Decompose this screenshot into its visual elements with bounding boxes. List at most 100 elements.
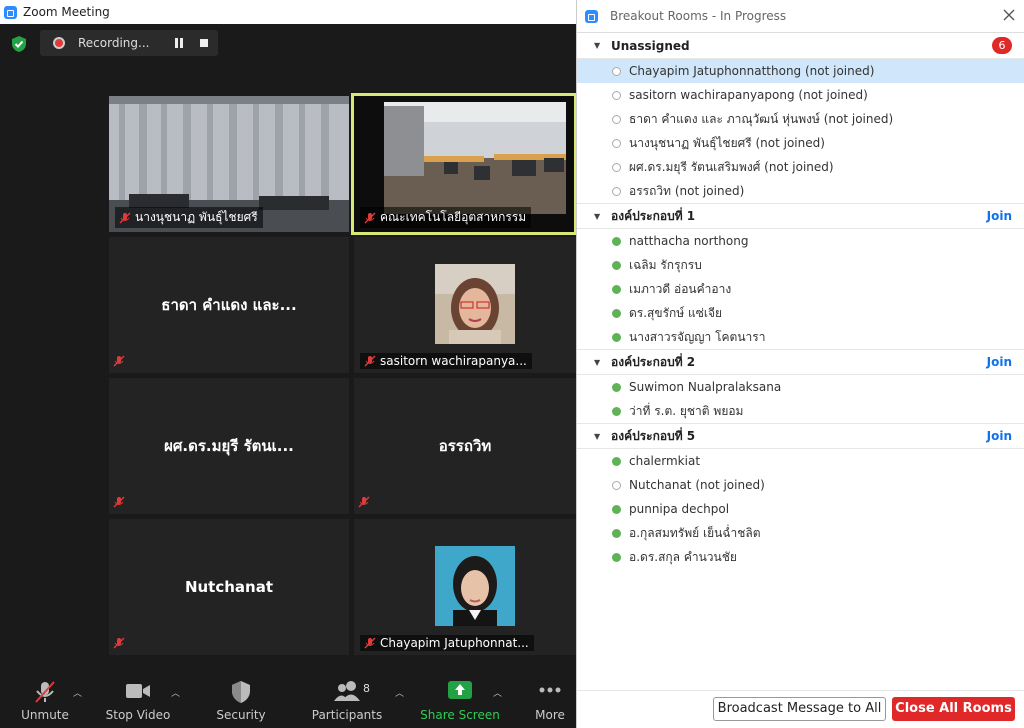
security-button[interactable]: Security [201,672,281,728]
video-feed [435,264,515,344]
breakout-room-name: องค์ประกอบที่ 1 [611,208,696,223]
close-all-rooms-button[interactable]: Close All Rooms [892,697,1015,721]
collapse-triangle-icon[interactable]: ▼ [594,358,600,367]
breakout-member-row[interactable]: ดร.สุขรักษ์ แซ่เจีย [577,301,1024,325]
unassigned-count-badge: 6 [992,37,1012,54]
joined-status-dot-icon [612,552,621,562]
breakout-room-name: Unassigned [611,38,690,53]
joined-status-dot-icon [612,382,621,392]
encryption-shield-icon[interactable] [10,35,28,53]
breakout-member-row[interactable]: นางนุชนาฏ พันธุ์ไชยศรี (not joined) [577,131,1024,155]
breakout-member-row[interactable]: เมภาวดี อ่อนคำอาง [577,277,1024,301]
breakout-member-name: ว่าที่ ร.ต. ยุชาติ พยอม [629,403,744,418]
more-dots-icon [539,687,561,693]
breakout-member-name: อ.ดร.สกุล คำนวนชัย [629,549,737,564]
unmute-button[interactable]: Unmute [5,672,85,728]
video-tile[interactable]: อรรถวิท [354,378,576,514]
security-shield-icon [232,681,250,703]
breakout-member-row[interactable]: ผศ.ดร.มยุรี รัตนเสริมพงศ์ (not joined) [577,155,1024,179]
breakout-member-name: Nutchanat (not joined) [629,478,765,492]
panel-title: Breakout Rooms - In Progress [610,9,787,23]
audio-options-caret-icon[interactable]: ︿ [73,686,83,699]
breakout-member-row[interactable]: natthacha northong [577,229,1024,253]
breakout-rooms-list: ▼ Unassigned 6 Chayapim Jatuphonnatthong (n… [577,33,1024,569]
pause-recording-button[interactable] [174,38,184,48]
video-tile[interactable]: Nutchanat [109,519,349,655]
zoom-logo-icon [4,5,17,19]
join-room-button[interactable]: Join [987,209,1012,223]
breakout-room-header[interactable]: ▼ องค์ประกอบที่ 5 Join [577,423,1024,449]
share-screen-button[interactable]: Share Screen [420,672,500,728]
breakout-member-row[interactable]: อรรถวิท (not joined) [577,179,1024,203]
breakout-member-row[interactable]: อ.กุลสมทรัพย์ เย็นฉ่ำชลิต [577,521,1024,545]
breakout-member-row[interactable]: เฉลิม รักรุกรบ [577,253,1024,277]
breakout-member-name: Suwimon Nualpralaksana [629,380,782,394]
breakout-member-name: Chayapim Jatuphonnatthong (not joined) [629,64,875,78]
breakout-member-row[interactable]: Nutchanat (not joined) [577,473,1024,497]
muted-mic-icon [113,637,125,649]
panel-title-bar: Breakout Rooms - In Progress [577,0,1024,33]
breakout-member-name: natthacha northong [629,234,749,248]
participants-button[interactable]: 8 Participants [307,672,387,728]
video-tile[interactable]: นางนุชนาฏ พันธุ์ไชยศรี [109,96,349,232]
participants-icon [334,681,360,701]
participant-display-name: อรรถวิท [438,437,492,455]
participant-name-label: sasitorn wachirapanya... [360,353,532,369]
share-options-caret-icon[interactable]: ︿ [493,686,503,699]
muted-mic-icon [358,496,370,508]
not-joined-status-dot-icon [612,162,621,172]
breakout-room-header[interactable]: ▼ Unassigned 6 [577,33,1024,59]
not-joined-status-dot-icon [612,90,621,100]
breakout-member-row[interactable]: chalermkiat [577,449,1024,473]
joined-status-dot-icon [612,236,621,246]
participants-count: 8 [363,682,370,695]
stop-recording-button[interactable] [200,39,208,47]
participant-name-label: นางนุชนาฏ พันธุ์ไชยศรี [115,207,263,228]
breakout-room-header[interactable]: ▼ องค์ประกอบที่ 1 Join [577,203,1024,229]
breakout-member-row[interactable]: นางสาวรจัญญา โคตนารา [577,325,1024,349]
participants-options-caret-icon[interactable]: ︿ [395,686,405,699]
join-room-button[interactable]: Join [987,429,1012,443]
breakout-member-row[interactable]: อ.ดร.สกุล คำนวนชัย [577,545,1024,569]
breakout-member-name: อ.กุลสมทรัพย์ เย็นฉ่ำชลิต [629,525,761,540]
not-joined-status-dot-icon [612,138,621,148]
meeting-controls: Unmute ︿ Stop Video ︿ Security 8 Partici… [0,672,576,728]
video-options-caret-icon[interactable]: ︿ [171,686,181,699]
video-tile[interactable]: sasitorn wachirapanya... [354,237,576,373]
breakout-member-row[interactable]: sasitorn wachirapanyapong (not joined) [577,83,1024,107]
collapse-triangle-icon[interactable]: ▼ [594,212,600,221]
muted-microphone-icon [35,681,55,703]
close-icon[interactable] [1002,8,1016,22]
recording-bar: Recording... [40,30,218,56]
joined-status-dot-icon [612,332,621,342]
video-tile-active-speaker[interactable]: คณะเทคโนโลยีอุตสาหกรรม [351,93,577,235]
share-screen-icon [448,681,472,699]
breakout-member-row[interactable]: ธาดา คำแดง และ ภาณุวัฒน์ หุ่นพงษ์ (not j… [577,107,1024,131]
stop-video-button[interactable]: Stop Video [98,672,178,728]
title-bar: Zoom Meeting [0,0,576,24]
joined-status-dot-icon [612,528,621,538]
broadcast-message-button[interactable]: Broadcast Message to All [713,697,886,721]
join-room-button[interactable]: Join [987,355,1012,369]
video-tile[interactable]: ธาดา คำแดง และ... [109,237,349,373]
video-tile[interactable]: ผศ.ดร.มยุรี รัตนเ... [109,378,349,514]
joined-status-dot-icon [612,406,621,416]
muted-mic-icon [119,212,131,223]
participant-name-label: คณะเทคโนโลยีอุตสาหกรรม [360,207,532,228]
collapse-triangle-icon[interactable]: ▼ [594,41,600,50]
breakout-member-name: เมภาวดี อ่อนคำอาง [629,281,732,296]
breakout-member-name: ผศ.ดร.มยุรี รัตนเสริมพงศ์ (not joined) [629,159,834,174]
video-tile[interactable]: Chayapim Jatuphonnat... [354,519,576,655]
breakout-member-row[interactable]: Suwimon Nualpralaksana [577,375,1024,399]
breakout-member-name: นางนุชนาฏ พันธุ์ไชยศรี (not joined) [629,135,825,150]
muted-mic-icon [113,496,125,508]
participant-display-name: ผศ.ดร.มยุรี รัตนเ... [164,437,294,455]
breakout-member-row[interactable]: punnipa dechpol [577,497,1024,521]
joined-status-dot-icon [612,260,621,270]
breakout-rooms-panel: Breakout Rooms - In Progress ▼ Unassigned… [576,0,1024,728]
breakout-room-header[interactable]: ▼ องค์ประกอบที่ 2 Join [577,349,1024,375]
breakout-member-row[interactable]: ว่าที่ ร.ต. ยุชาติ พยอม [577,399,1024,423]
participant-display-name: ธาดา คำแดง และ... [161,296,297,314]
breakout-member-row[interactable]: Chayapim Jatuphonnatthong (not joined) [577,59,1024,83]
collapse-triangle-icon[interactable]: ▼ [594,432,600,441]
